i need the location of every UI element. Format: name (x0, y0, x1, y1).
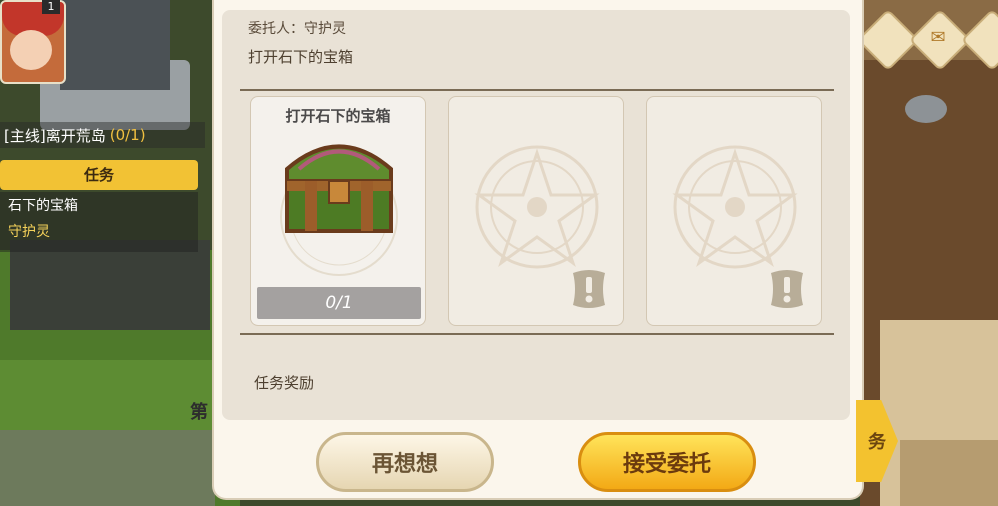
objective-title: 打开石下的宝箱 (285, 107, 391, 125)
avatar-face (10, 30, 52, 70)
divider-top (240, 89, 834, 91)
main-quest-tracker[interactable]: [主线]离开荒岛 (0/1) (0, 122, 205, 148)
partial-label: 第 (190, 402, 208, 423)
stone-monument (60, 0, 170, 90)
sand-blocks-lower (900, 440, 998, 506)
reward-label: 任务奖励 (254, 374, 315, 392)
dark-wall (10, 240, 210, 330)
task-tab[interactable]: 任务 (0, 160, 198, 190)
objective-card-chest[interactable]: 打开石下的宝箱 0/1 (250, 96, 426, 326)
divider-bottom (240, 333, 834, 335)
task-list-item: 石下的宝箱 (8, 198, 78, 214)
scroll-exclamation-icon (771, 270, 803, 308)
player-level-badge: 1 (42, 0, 60, 14)
task-list[interactable]: 石下的宝箱 守护灵 (0, 192, 198, 252)
treasure-chest-icon (285, 144, 393, 233)
scroll-exclamation-icon (573, 270, 605, 308)
objective-card-locked (448, 96, 624, 326)
envelope-icon: ✉ (930, 27, 946, 48)
ruins-ground (0, 430, 215, 506)
quest-line-title: [主线]离开荒岛 (4, 126, 106, 145)
client-label: 委托人：守护灵 (248, 21, 346, 37)
task-description: 打开石下的宝箱 (248, 48, 354, 66)
objective-card-locked (646, 96, 822, 326)
think-again-button[interactable]: 再想想 (316, 432, 494, 492)
rock-creature (905, 95, 947, 123)
quest-line-progress: (0/1) (109, 126, 146, 144)
task-list-item: 守护灵 (8, 224, 50, 240)
accept-commission-button[interactable]: 接受委托 (578, 432, 756, 492)
objective-progress: 0/1 (257, 287, 421, 319)
